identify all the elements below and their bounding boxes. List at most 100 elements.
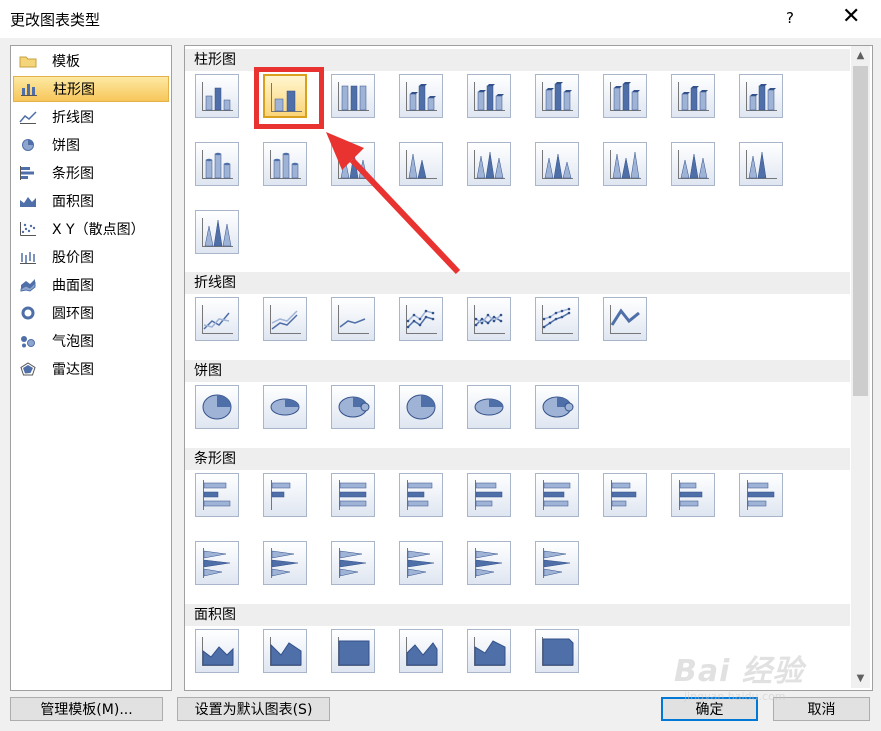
chart-subtype-icon	[339, 548, 367, 578]
chart-subtype-thumb[interactable]	[263, 473, 307, 517]
chart-subtype-thumb[interactable]	[331, 473, 375, 517]
chart-subtype-thumb[interactable]	[263, 629, 307, 673]
scroll-up-arrow-icon[interactable]: ▲	[851, 46, 870, 65]
watermark-logo-text: Bai 经验	[674, 654, 804, 689]
sidebar-item-surface[interactable]: 曲面图	[13, 272, 169, 298]
chart-subtype-icon	[747, 480, 775, 510]
chart-subtype-thumb[interactable]	[331, 541, 375, 585]
chart-subtype-thumb[interactable]	[467, 297, 511, 341]
sidebar-item-label: 面积图	[52, 194, 94, 210]
chart-subtype-thumb[interactable]	[739, 142, 783, 186]
chart-subtype-thumb[interactable]	[195, 74, 239, 118]
help-button[interactable]: ?	[786, 9, 794, 27]
chart-subtype-thumb[interactable]	[195, 385, 239, 429]
chart-subtype-thumb[interactable]	[467, 473, 511, 517]
chart-subtype-thumb[interactable]	[331, 297, 375, 341]
chart-subtype-thumb[interactable]	[399, 541, 443, 585]
sidebar-item-label: 饼图	[52, 138, 80, 154]
chart-subtype-thumb[interactable]	[195, 541, 239, 585]
chart-subtype-icon	[202, 150, 233, 179]
chart-subtype-icon	[406, 394, 436, 420]
chart-subtype-thumb[interactable]	[399, 629, 443, 673]
surface-chart-icon	[18, 277, 38, 293]
chart-subtype-thumb[interactable]	[739, 74, 783, 118]
gallery-scrollbar[interactable]: ▲ ▼	[851, 46, 870, 688]
chart-subtype-thumb[interactable]	[399, 142, 443, 186]
chart-subtype-thumb[interactable]	[399, 385, 443, 429]
column-chart-icon	[19, 81, 39, 97]
chart-subtype-icon	[407, 480, 433, 510]
sidebar-item-area[interactable]: 面积图	[13, 188, 169, 214]
chart-subtype-thumb[interactable]	[535, 74, 579, 118]
chart-subtype-thumb[interactable]	[671, 74, 715, 118]
pie-chart-icon	[18, 137, 38, 153]
chart-subtype-thumb[interactable]	[399, 74, 443, 118]
chart-subtype-thumb[interactable]	[467, 385, 511, 429]
chart-subtype-icon	[202, 218, 233, 247]
chart-subtype-thumb[interactable]	[603, 142, 647, 186]
chart-subtype-icon	[542, 396, 574, 418]
chart-subtype-thumb[interactable]	[195, 210, 239, 254]
chart-subtype-icon	[475, 548, 503, 578]
sidebar-item-doughnut[interactable]: 圆环图	[13, 300, 169, 326]
bubble-chart-icon	[18, 333, 38, 349]
sidebar-item-pie[interactable]: 饼图	[13, 132, 169, 158]
close-button[interactable]: ✕	[842, 6, 860, 28]
chart-subtype-thumb[interactable]	[263, 297, 307, 341]
manage-templates-button[interactable]: 管理模板(M)...	[10, 697, 163, 721]
set-default-chart-button[interactable]: 设置为默认图表(S)	[177, 697, 330, 721]
scrollbar-thumb[interactable]	[853, 66, 868, 396]
chart-subtype-thumb[interactable]	[535, 385, 579, 429]
sidebar-item-label: 曲面图	[52, 278, 94, 294]
chart-subtype-thumb[interactable]	[671, 142, 715, 186]
sidebar-item-stock[interactable]: 股价图	[13, 244, 169, 270]
sidebar-item-templates[interactable]: 模板	[13, 48, 169, 74]
chart-subtype-icon	[406, 637, 438, 666]
chart-subtype-thumb[interactable]	[263, 385, 307, 429]
chart-subtype-thumb[interactable]	[331, 74, 375, 118]
chart-subtype-thumb[interactable]	[535, 473, 579, 517]
chart-subtype-thumb[interactable]	[399, 473, 443, 517]
sidebar-item-bubble[interactable]: 气泡图	[13, 328, 169, 354]
scatter-chart-icon	[18, 221, 38, 237]
chart-subtype-thumb[interactable]	[467, 629, 511, 673]
chart-subtype-thumb[interactable]	[671, 473, 715, 517]
sidebar-item-bar[interactable]: 条形图	[13, 160, 169, 186]
watermark-url: jingyan.baidu.com	[684, 690, 786, 703]
chart-subtype-thumb[interactable]	[263, 142, 307, 186]
chart-subtype-thumb[interactable]	[603, 297, 647, 341]
chart-subtype-icon	[610, 82, 641, 111]
sidebar-item-line[interactable]: 折线图	[13, 104, 169, 130]
chart-subtype-thumb[interactable]	[535, 629, 579, 673]
chart-subtype-thumb[interactable]	[331, 385, 375, 429]
chart-subtype-thumb[interactable]	[467, 541, 511, 585]
chart-subtype-icon	[678, 150, 709, 179]
chart-subtype-icon	[202, 82, 233, 111]
doughnut-chart-icon	[18, 305, 38, 321]
chart-subtype-thumb[interactable]	[739, 473, 783, 517]
chart-subtype-thumb[interactable]	[195, 629, 239, 673]
chart-category-list: 模板 柱形图 折线图 饼图 条形图 面积图 X Y（散点图） 股价图 曲面图 圆…	[10, 45, 172, 691]
chart-subtype-thumb[interactable]	[535, 541, 579, 585]
chart-subtype-icon	[271, 548, 299, 578]
chart-subtype-thumb[interactable]	[195, 297, 239, 341]
sidebar-item-label: 折线图	[52, 110, 94, 126]
chart-subtype-thumb[interactable]	[195, 142, 239, 186]
chart-subtype-thumb[interactable]	[331, 142, 375, 186]
sidebar-item-scatter[interactable]: X Y（散点图）	[13, 216, 169, 242]
chart-subtype-thumb[interactable]	[467, 142, 511, 186]
chart-subtype-thumb[interactable]	[195, 473, 239, 517]
chart-subtype-thumb[interactable]	[535, 142, 579, 186]
chart-subtype-thumb[interactable]	[535, 297, 579, 341]
chart-subtype-thumb[interactable]	[603, 74, 647, 118]
sidebar-item-column[interactable]: 柱形图	[13, 76, 169, 102]
chart-subtype-thumb[interactable]	[263, 541, 307, 585]
sidebar-item-radar[interactable]: 雷达图	[13, 356, 169, 382]
chart-subtype-thumb[interactable]	[399, 297, 443, 341]
chart-subtype-icon	[542, 150, 573, 179]
chart-subtype-thumb[interactable]	[467, 74, 511, 118]
chart-subtype-thumb[interactable]	[603, 473, 647, 517]
chart-subtype-thumb[interactable]	[331, 629, 375, 673]
chart-subtype-icon	[270, 637, 302, 666]
chart-subtype-icon	[678, 82, 709, 111]
